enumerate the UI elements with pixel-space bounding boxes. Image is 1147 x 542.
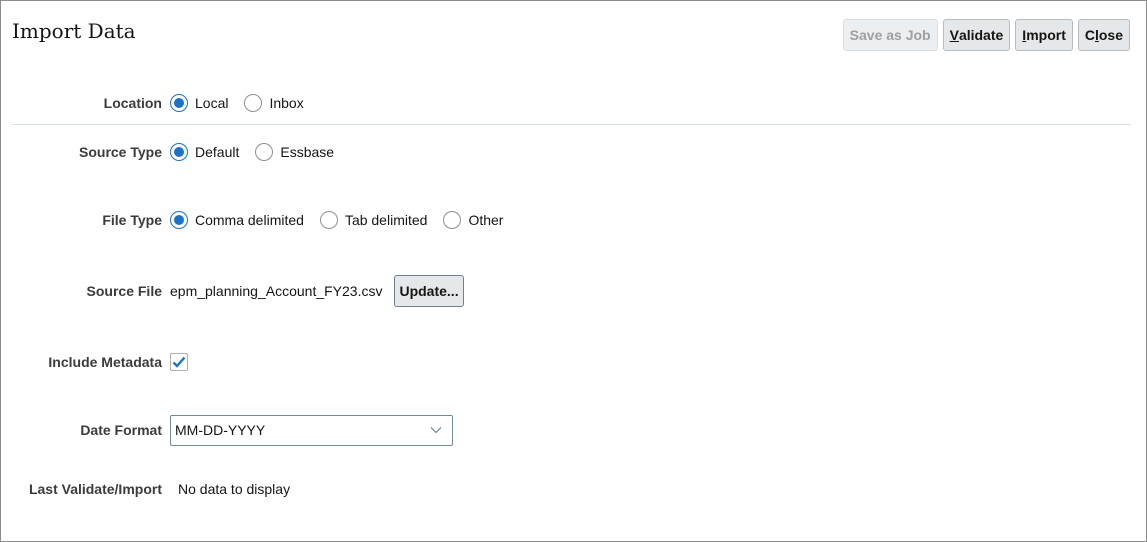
label-part: ose: [1098, 27, 1123, 43]
radio-default[interactable]: Default: [170, 143, 239, 161]
source-file-row: Source File epm_planning_Account_FY23.cs…: [0, 275, 464, 307]
label-part: mport: [1026, 27, 1066, 43]
source-file-value: epm_planning_Account_FY23.csv: [170, 283, 383, 299]
toolbar: Save as Job Validate Import Cl ose: [842, 19, 1130, 51]
radio-icon[interactable]: [443, 211, 462, 229]
last-validate-label: Last Validate/Import: [28, 481, 162, 497]
option-label: Default: [195, 144, 240, 160]
close-button[interactable]: Cl ose: [1077, 19, 1130, 51]
validate-button[interactable]: Validate: [942, 19, 1011, 51]
update-button[interactable]: Update...: [394, 275, 464, 307]
include-metadata-row: Include Metadata: [0, 350, 188, 374]
divider: [12, 124, 1131, 125]
location-row: Location Local Inbox: [0, 91, 320, 115]
dialog-frame: [0, 0, 1147, 542]
source-file-label: Source File: [86, 283, 162, 299]
date-format-select[interactable]: MM-DD-YYYY: [170, 414, 453, 446]
source-type-row: Source Type Default Essbase: [0, 140, 350, 164]
radio-selected-icon[interactable]: [170, 94, 188, 112]
radio-icon[interactable]: [319, 211, 338, 229]
radio-essbase[interactable]: Essbase: [255, 143, 334, 161]
source-type-label: Source Type: [79, 144, 162, 160]
label-part: C: [1084, 27, 1095, 43]
option-label: Tab delimited: [344, 212, 428, 228]
import-button[interactable]: Import: [1015, 19, 1073, 51]
access-key: V: [949, 27, 959, 43]
option-label: Inbox: [269, 95, 304, 111]
option-label: Local: [195, 95, 229, 111]
date-format-row: Date Format MM-DD-YYYY: [0, 414, 453, 446]
radio-selected-icon[interactable]: [170, 143, 188, 161]
radio-local[interactable]: Local: [170, 94, 228, 112]
checkmark-icon: [172, 356, 186, 368]
page-title: Import Data: [12, 19, 136, 43]
radio-inbox[interactable]: Inbox: [244, 94, 304, 112]
include-metadata-checkbox[interactable]: [170, 353, 188, 371]
radio-tab[interactable]: Tab delimited: [319, 211, 428, 229]
include-metadata-label: Include Metadata: [48, 354, 162, 370]
radio-other[interactable]: Other: [443, 211, 503, 229]
option-label: Other: [468, 212, 504, 228]
file-type-row: File Type Comma delimited Tab delimited …: [0, 208, 519, 232]
radio-icon[interactable]: [244, 94, 263, 112]
option-label: Comma delimited: [195, 212, 304, 228]
selected-value: MM-DD-YYYY: [175, 422, 266, 438]
location-label: Location: [103, 95, 162, 111]
radio-icon[interactable]: [255, 143, 274, 161]
last-validate-value: No data to display: [178, 481, 291, 497]
date-format-label: Date Format: [80, 422, 162, 438]
last-validate-row: Last Validate/Import No data to display: [0, 477, 290, 501]
file-type-label: File Type: [102, 212, 162, 228]
chevron-down-icon: [430, 427, 442, 434]
save-as-job-button[interactable]: Save as Job: [842, 19, 938, 51]
radio-selected-icon[interactable]: [170, 211, 188, 229]
radio-comma[interactable]: Comma delimited: [170, 211, 304, 229]
label-part: alidate: [958, 27, 1004, 43]
option-label: Essbase: [280, 144, 335, 160]
